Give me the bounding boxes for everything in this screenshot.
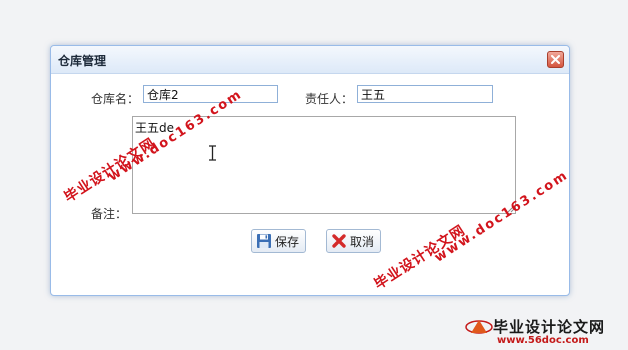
text-cursor-icon [209, 145, 216, 161]
logo-text: 毕业设计论文网 [493, 318, 606, 336]
manager-input[interactable] [357, 85, 493, 103]
close-button[interactable] [547, 51, 564, 68]
remarks-label: 备注： [91, 207, 128, 221]
cancel-x-icon [332, 234, 346, 248]
warehouse-name-label: 仓库名： [91, 92, 140, 106]
close-icon [551, 55, 560, 64]
warehouse-name-input[interactable] [143, 85, 278, 103]
manager-label: 责任人： [305, 92, 354, 106]
save-button-label: 保存 [275, 234, 300, 249]
resize-grip-icon[interactable] [506, 204, 515, 213]
site-logo: 毕业设计论文网 [465, 316, 605, 337]
remarks-textarea[interactable]: 王五de [132, 116, 516, 214]
logo-mark-icon [465, 319, 493, 334]
floppy-disk-icon [257, 234, 271, 248]
warehouse-dialog: 仓库管理 仓库名： 责任人： 王五de 备注： 保存 取消 [50, 45, 570, 296]
dialog-title: 仓库管理 [58, 54, 107, 68]
cancel-button[interactable]: 取消 [326, 229, 382, 253]
dialog-titlebar[interactable]: 仓库管理 [51, 46, 569, 74]
save-button[interactable]: 保存 [251, 229, 307, 253]
logo-url: www.56doc.com [497, 335, 589, 346]
cancel-button-label: 取消 [350, 234, 375, 249]
